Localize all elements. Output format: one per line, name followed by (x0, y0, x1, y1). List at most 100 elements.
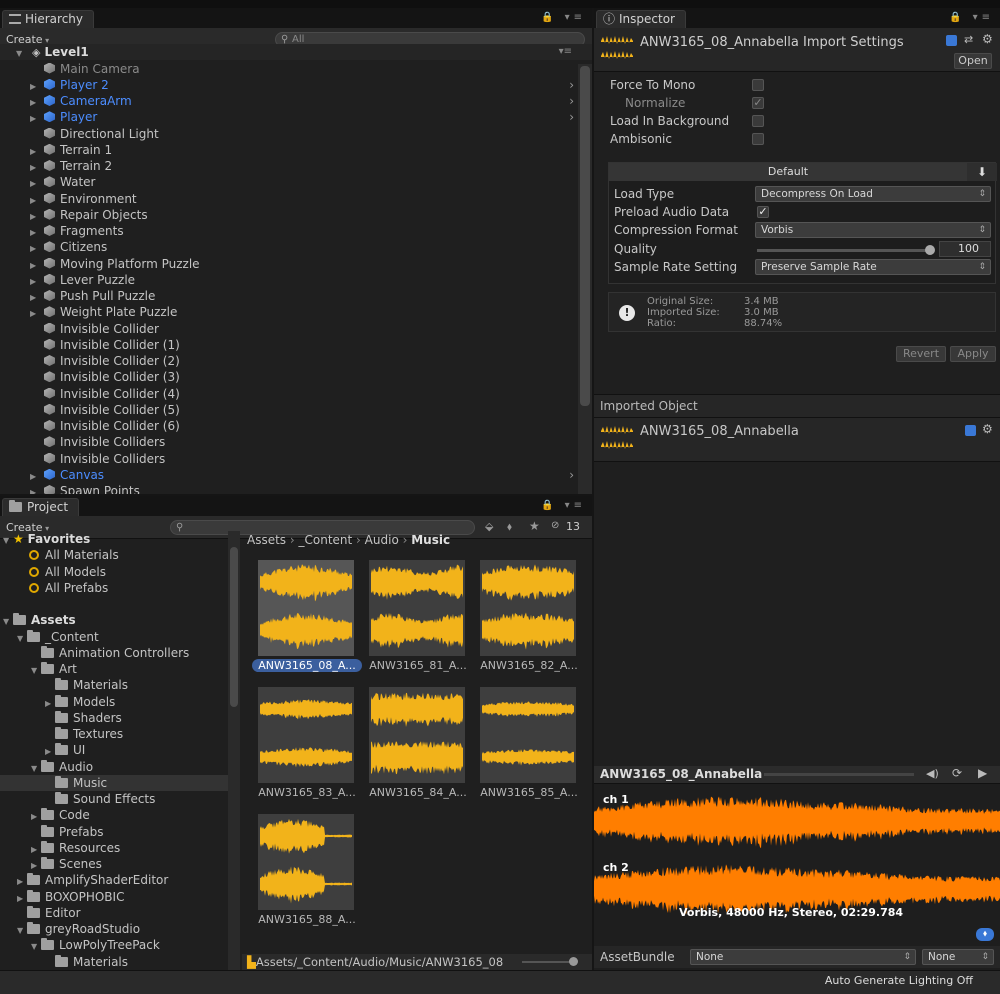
hierarchy-item[interactable]: Invisible Collider (3) (0, 369, 592, 385)
hierarchy-item[interactable]: ▶ Weight Plate Puzzle (0, 304, 592, 320)
hierarchy-item[interactable]: ▶ Player › (0, 109, 592, 125)
chevron-right-icon[interactable]: › (569, 93, 574, 109)
asset-tree-item[interactable]: Music (0, 774, 228, 792)
audio-asset-thumbnail[interactable] (369, 560, 465, 656)
tab-hierarchy[interactable]: Hierarchy (2, 10, 95, 28)
hierarchy-item[interactable]: Invisible Collider (2) (0, 353, 592, 369)
scrollbar-thumb[interactable] (230, 547, 238, 707)
hierarchy-item[interactable]: Invisible Collider (1) (0, 337, 592, 353)
panel-menu-icons[interactable]: 🔒 ▾≡ (541, 500, 586, 511)
quality-input[interactable]: 100 (939, 241, 991, 257)
load-type-dropdown[interactable]: Decompress On Load (755, 186, 991, 202)
hidden-eye-icon[interactable]: ⊘ (551, 520, 559, 531)
ambisonic-checkbox[interactable] (752, 133, 764, 145)
assets-header[interactable]: ▼ Assets (0, 612, 228, 628)
preset-icon[interactable]: ⇄ (964, 33, 973, 46)
audio-asset-thumbnail[interactable] (480, 687, 576, 783)
hierarchy-item[interactable]: ▶ Spawn Points (0, 483, 592, 494)
asset-tree-item[interactable]: ▶ Resources (0, 840, 228, 856)
assetbundle-variant-dropdown[interactable]: None (922, 949, 994, 965)
asset-tree-item[interactable]: ▶ Scenes (0, 856, 228, 872)
hierarchy-item[interactable]: ▶ CameraArm › (0, 93, 592, 109)
scene-row[interactable]: ▼ ◈ Level1 ▾≡ (0, 44, 592, 61)
hierarchy-item[interactable]: ▶ Lever Puzzle (0, 272, 592, 288)
hierarchy-item[interactable]: ▶ Canvas › (0, 467, 592, 483)
asset-tree-item[interactable]: ▼ _Content (0, 629, 228, 645)
hierarchy-item[interactable]: Main Camera (0, 61, 592, 77)
open-button[interactable]: Open (954, 53, 992, 69)
asset-tree-item[interactable]: Shaders (0, 710, 228, 726)
slider-knob[interactable] (925, 245, 935, 255)
asset-name[interactable]: ANW3165_83_A... (252, 786, 362, 799)
speaker-icon[interactable]: ◀) (926, 767, 939, 780)
hierarchy-item[interactable]: ▶ Moving Platform Puzzle (0, 256, 592, 272)
asset-tree-item[interactable]: ▶ AmplifyShaderEditor (0, 872, 228, 888)
hierarchy-item[interactable]: ▶ Water (0, 174, 592, 190)
favorite-item[interactable]: All Models (0, 564, 228, 580)
normalize-checkbox[interactable]: ✓ (752, 97, 764, 109)
expand-arrow-icon[interactable]: ▶ (30, 485, 40, 494)
hierarchy-item[interactable]: ▶ Terrain 1 (0, 142, 592, 158)
gear-icon[interactable]: ⚙ (982, 422, 993, 436)
audio-asset-thumbnail[interactable] (480, 560, 576, 656)
force-to-mono-checkbox[interactable] (752, 79, 764, 91)
hierarchy-scrollbar[interactable] (578, 64, 592, 494)
help-book-icon[interactable] (946, 35, 957, 46)
asset-tree-item[interactable]: Sound Effects (0, 791, 228, 807)
hierarchy-item[interactable]: Invisible Collider (4) (0, 386, 592, 402)
hierarchy-item[interactable]: ▶ Fragments (0, 223, 592, 239)
asset-name[interactable]: ANW3165_84_A... (363, 786, 473, 799)
hierarchy-item[interactable]: Invisible Collider (6) (0, 418, 592, 434)
asset-name[interactable]: ANW3165_81_A... (363, 659, 473, 672)
asset-tree-item[interactable]: Textures (0, 726, 228, 742)
asset-tree-item[interactable]: ▶ UI (0, 742, 228, 758)
tab-project[interactable]: Project (2, 498, 80, 516)
gear-icon[interactable]: ⚙ (982, 32, 993, 46)
assetbundle-dropdown[interactable]: None (690, 949, 916, 965)
asset-name[interactable]: ANW3165_82_A... (474, 659, 584, 672)
audio-asset-thumbnail[interactable] (258, 814, 354, 910)
hierarchy-item[interactable]: Invisible Collider (0, 321, 592, 337)
asset-tree-item[interactable]: ▼ LowPolyTreePack (0, 937, 228, 953)
platform-tab-default[interactable]: Default (609, 163, 967, 181)
asset-name[interactable]: ANW3165_85_A... (474, 786, 584, 799)
audio-asset-thumbnail[interactable] (258, 687, 354, 783)
breadcrumb-item[interactable]: Audio (365, 533, 399, 547)
chevron-right-icon[interactable]: › (569, 109, 574, 125)
asset-tree-item[interactable]: ▼ greyRoadStudio (0, 921, 228, 937)
tag-icon[interactable]: ⬧ (976, 928, 994, 941)
asset-name[interactable]: ANW3165_08_A... (252, 659, 362, 672)
chevron-right-icon[interactable]: › (569, 77, 574, 93)
hierarchy-item[interactable]: ▶ Terrain 2 (0, 158, 592, 174)
hierarchy-item[interactable]: Invisible Colliders (0, 451, 592, 467)
preview-resize-bar[interactable] (764, 773, 914, 776)
favorites-header[interactable]: ▼ ★ Favorites (0, 531, 228, 547)
asset-tree-item[interactable]: ▶ Models (0, 694, 228, 710)
hierarchy-item[interactable]: Directional Light (0, 126, 592, 142)
asset-tree-item[interactable]: Materials (0, 954, 228, 970)
asset-tree-item[interactable]: Prefabs (0, 824, 228, 840)
favorite-item[interactable]: All Prefabs (0, 580, 228, 596)
sample-rate-setting-dropdown[interactable]: Preserve Sample Rate (755, 259, 991, 275)
tree-scrollbar[interactable] (228, 531, 240, 970)
loop-icon[interactable]: ⟳ (952, 766, 962, 780)
asset-tree-item[interactable]: ▶ BOXOPHOBIC (0, 889, 228, 905)
breadcrumb-item[interactable]: Assets (247, 533, 286, 547)
asset-tree-item[interactable]: Animation Controllers (0, 645, 228, 661)
hierarchy-item[interactable]: ▶ Push Pull Puzzle (0, 288, 592, 304)
asset-tree-item[interactable]: ▶ Code (0, 807, 228, 823)
hierarchy-item[interactable]: Invisible Collider (5) (0, 402, 592, 418)
asset-tree-item[interactable]: ▼ Art (0, 661, 228, 677)
hierarchy-item[interactable]: ▶ Player 2 › (0, 77, 592, 93)
icon-size-slider[interactable] (522, 957, 578, 966)
revert-button[interactable]: Revert (896, 346, 946, 362)
asset-tree-item[interactable]: ▼ Audio (0, 759, 228, 775)
breadcrumb-current[interactable]: Music (411, 533, 450, 547)
help-book-icon[interactable] (965, 425, 976, 436)
load-in-background-checkbox[interactable] (752, 115, 764, 127)
chevron-right-icon[interactable]: › (569, 467, 574, 483)
play-icon[interactable]: ▶ (978, 766, 987, 780)
scrollbar-thumb[interactable] (580, 66, 590, 406)
download-icon[interactable]: ⬇ (967, 163, 997, 181)
hierarchy-item[interactable]: Invisible Colliders (0, 434, 592, 450)
